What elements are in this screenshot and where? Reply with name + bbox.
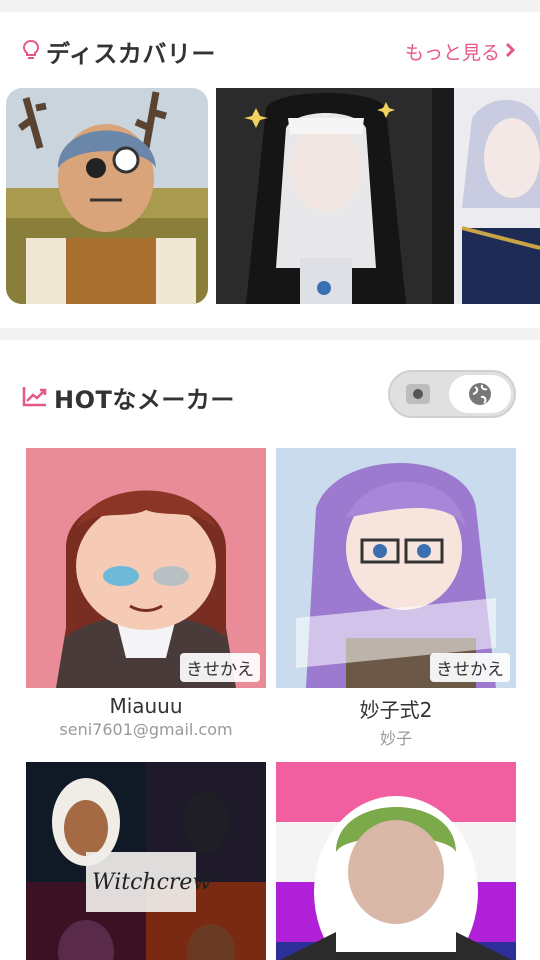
see-more-link[interactable]: もっと見る — [405, 38, 516, 65]
top-spacer — [0, 0, 540, 12]
discovery-title: ディスカバリー — [46, 40, 216, 68]
maker-card[interactable]: きせかえ Miauuu seni7601@gmail.com — [26, 448, 266, 739]
hot-makers-section: HOTなメーカー きせかえ Miauuu seni7601@gmail.com … — [0, 340, 540, 960]
witchcrew-overlay-text: Witchcrew — [92, 870, 212, 895]
discovery-header: ディスカバリー — [22, 34, 216, 69]
maker-thumbnail[interactable]: きせかえ — [276, 448, 516, 688]
witch-characters-illustration — [26, 762, 266, 960]
globe-icon[interactable] — [449, 375, 511, 413]
image-icon[interactable] — [406, 384, 430, 404]
maker-thumbnail[interactable]: Witchcrew — [26, 762, 266, 960]
maker-thumbnail[interactable]: きせかえ — [26, 448, 266, 688]
view-toggle[interactable] — [388, 370, 516, 418]
chevron-right-icon — [504, 41, 516, 63]
maker-author[interactable]: seni7601@gmail.com — [26, 720, 266, 739]
discovery-carousel[interactable] — [0, 88, 540, 304]
maker-card[interactable] — [276, 762, 516, 960]
deer-character-illustration — [6, 88, 208, 304]
hot-makers-header: HOTなメーカー — [22, 380, 235, 415]
maker-name: 妙子式2 — [359, 698, 433, 722]
red-hair-character-illustration — [26, 448, 266, 688]
see-more-label: もっと見る — [404, 42, 500, 64]
dress-up-badge: きせかえ — [180, 653, 260, 682]
discovery-card[interactable] — [216, 88, 432, 304]
discovery-card[interactable] — [6, 88, 208, 304]
purple-hair-character-illustration — [276, 448, 516, 688]
lightbulb-icon — [22, 39, 40, 65]
discovery-card[interactable] — [432, 88, 540, 304]
trending-up-icon — [22, 385, 48, 411]
hot-makers-title: HOTなメーカー — [54, 386, 235, 414]
green-hair-character-illustration — [276, 762, 516, 960]
maker-name: Miauuu — [109, 694, 183, 718]
maker-card[interactable]: きせかえ 妙子式2 妙子 — [276, 448, 516, 749]
dress-up-badge: きせかえ — [430, 653, 510, 682]
maker-thumbnail[interactable] — [276, 762, 516, 960]
silver-hair-character-illustration — [432, 88, 540, 304]
section-divider — [0, 328, 540, 340]
discovery-section: ディスカバリー もっと見る — [0, 12, 540, 328]
nun-character-illustration — [216, 88, 432, 304]
maker-card[interactable]: Witchcrew — [26, 762, 266, 960]
maker-author[interactable]: 妙子 — [276, 725, 516, 749]
